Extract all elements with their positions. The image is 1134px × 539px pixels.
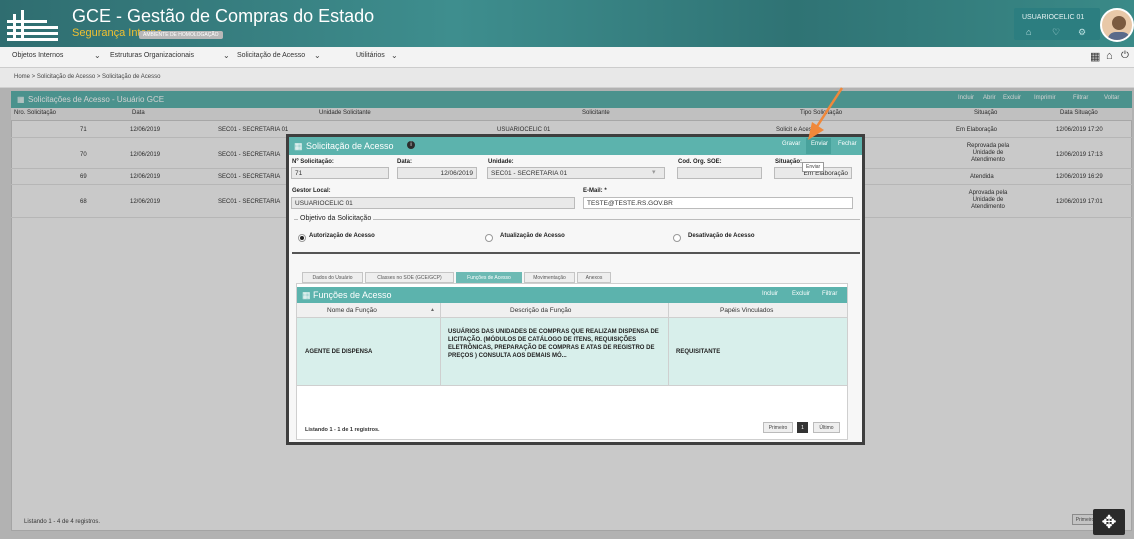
info-icon[interactable]: i <box>407 141 415 149</box>
menu-solicitacao[interactable]: Solicitação de Acesso <box>237 52 305 59</box>
home-icon[interactable]: ⌂ <box>1106 50 1113 62</box>
chevron-down-icon[interactable]: ⌄ <box>391 51 398 60</box>
annotation-arrow-icon <box>808 87 844 140</box>
unidade-label: Unidade: <box>488 159 514 165</box>
funcoes-title: Funções de Acesso <box>313 290 392 300</box>
objetivo-legend: Objetivo da Solicitação <box>298 215 374 222</box>
environment-badge: AMBIENTE DE HOMOLOGAÇÃO <box>139 31 223 39</box>
grid-icon: ▦ <box>302 290 311 300</box>
chevron-down-icon[interactable]: ⌄ <box>314 51 321 60</box>
nro-label: Nº Solicitação: <box>292 159 334 165</box>
breadcrumb-bar <box>0 68 1134 88</box>
power-icon[interactable]: ⏻ <box>1121 50 1129 61</box>
sort-icon[interactable]: ▲ <box>430 307 435 313</box>
tab-anexos[interactable]: Anexos <box>577 272 611 283</box>
unidade-select: SEC01 - SECRETARIA 01 <box>487 167 665 179</box>
tab-movimentacao[interactable]: Movimentação <box>524 272 575 283</box>
modal-title: Solicitação de Acesso <box>306 141 394 151</box>
divider <box>292 252 860 254</box>
grid-icon[interactable]: ▦ <box>1090 50 1100 63</box>
pager-current[interactable]: 1 <box>797 422 808 433</box>
radio-desativacao-label[interactable]: Desativação de Acesso <box>688 233 754 239</box>
chevron-down-icon: ▾ <box>652 169 656 176</box>
cod-label: Cod. Org. SOE: <box>678 159 722 165</box>
building-logo-icon <box>7 10 58 41</box>
col-papeis[interactable]: Papéis Vinculados <box>720 307 773 314</box>
home-icon[interactable]: ⌂ <box>1026 27 1031 37</box>
breadcrumb[interactable]: Home > Solicitação de Acesso > Solicitaç… <box>14 74 160 80</box>
funcoes-footer: Listando 1 - 1 de 1 registros. <box>305 427 380 433</box>
user-name: USUARIOCELIC 01 <box>1022 14 1085 21</box>
radio-atualizacao-label[interactable]: Atualização de Acesso <box>500 233 565 239</box>
enviar-tooltip: Enviar <box>802 162 825 172</box>
menu-estruturas[interactable]: Estruturas Organizacionais <box>110 52 194 59</box>
email-input[interactable]: TESTE@TESTE.RS.GOV.BR <box>583 197 853 209</box>
cell-papeis: REQUISITANTE <box>676 349 721 355</box>
data-label: Data: <box>397 159 413 165</box>
pager-last-button[interactable]: Último <box>813 422 840 433</box>
menu-utilitarios[interactable]: Utilitários <box>356 52 385 59</box>
radio-atualizacao[interactable] <box>485 234 493 242</box>
app-title: GCE - Gestão de Compras do Estado <box>72 6 375 26</box>
tab-classes-soe[interactable]: Classes no SOE (GCE/GCP) <box>365 272 454 283</box>
situacao-label: Situação: <box>775 159 803 165</box>
menu-objetos-internos[interactable]: Objetos Internos <box>12 52 63 59</box>
col-nome-funcao[interactable]: Nome da Função <box>327 307 377 314</box>
tab-dados-usuario[interactable]: Dados do Usuário <box>302 272 363 283</box>
column-divider <box>440 303 441 386</box>
email-label: E-Mail: * <box>583 188 607 194</box>
chevron-down-icon[interactable]: ⌄ <box>223 51 230 60</box>
chat-icon[interactable]: ♡ <box>1052 27 1060 38</box>
grid-icon: ▦ <box>294 141 303 151</box>
move-cursor-icon: ✥ <box>1093 509 1125 535</box>
radio-desativacao[interactable] <box>673 234 681 242</box>
objetivo-fieldset-line <box>294 219 860 220</box>
data-field: 12/06/2019 <box>397 167 477 179</box>
gestor-label: Gestor Local: <box>292 188 331 194</box>
tab-funcoes-acesso[interactable]: Funções de Acesso <box>456 272 522 283</box>
column-divider <box>668 303 669 386</box>
gestor-field: USUARIOCELIC 01 <box>291 197 575 209</box>
gravar-button[interactable]: Gravar <box>782 141 800 147</box>
nro-field: 71 <box>291 167 389 179</box>
user-avatar[interactable] <box>1100 8 1134 42</box>
cell-descricao-funcao: USUÁRIOS DAS UNIDADES DE COMPRAS QUE REA… <box>448 329 659 359</box>
radio-autorizacao-label[interactable]: Autorização de Acesso <box>309 233 375 239</box>
pager-first-button[interactable]: Primeiro <box>763 422 793 433</box>
funcoes-incluir[interactable]: Incluir <box>762 291 778 297</box>
funcoes-excluir[interactable]: Excluir <box>792 291 810 297</box>
cell-nome-funcao: AGENTE DE DISPENSA <box>305 349 373 355</box>
col-descricao-funcao[interactable]: Descrição da Função <box>510 307 571 314</box>
radio-autorizacao[interactable] <box>298 234 306 242</box>
chevron-down-icon[interactable]: ⌄ <box>94 51 101 60</box>
gear-icon[interactable]: ⚙ <box>1078 27 1086 38</box>
funcoes-filtrar[interactable]: Filtrar <box>822 291 837 297</box>
cod-field <box>677 167 762 179</box>
